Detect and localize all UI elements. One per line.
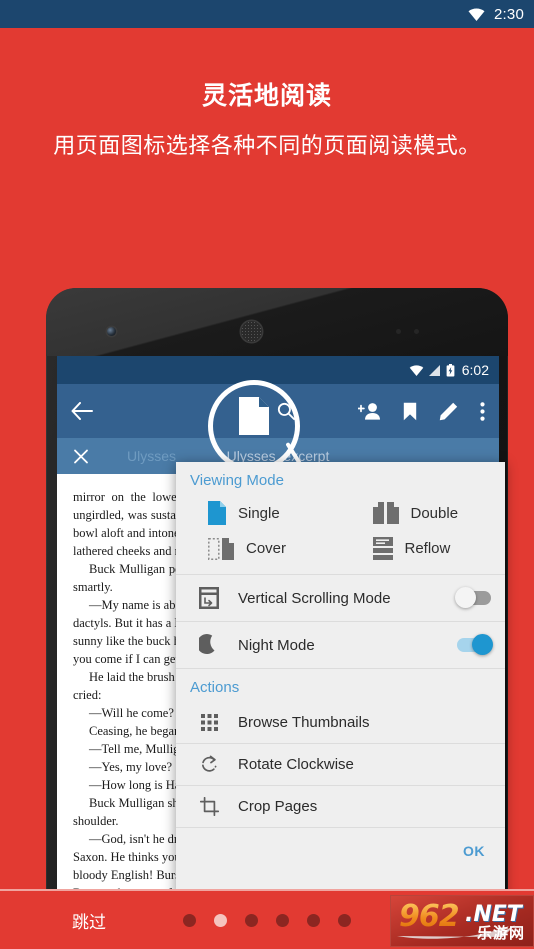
viewing-mode-label: Reflow: [404, 540, 451, 557]
reflow-icon: [372, 537, 393, 560]
action-row-browse-thumbnails[interactable]: Browse Thumbnails: [176, 702, 505, 744]
page-dot[interactable]: [245, 913, 258, 927]
page-dot[interactable]: [307, 913, 320, 927]
setting-row-night-mode[interactable]: Night Mode: [176, 622, 505, 669]
action-row-crop-pages[interactable]: Crop Pages: [176, 786, 505, 828]
viewing-mode-label: Cover: [246, 540, 287, 557]
page-dot-active[interactable]: [214, 913, 227, 927]
viewing-mode-option-reflow[interactable]: Reflow: [341, 537, 506, 560]
light-sensor-icon: [414, 329, 419, 334]
viewing-mode-label: Single: [238, 504, 280, 522]
onboarding-screen: 2:30 灵活地阅读 用页面图标选择各种不同的页面阅读模式。 6:02 Ulys…: [0, 0, 534, 949]
action-label: Browse Thumbnails: [238, 714, 370, 731]
earpiece-speaker-icon: [241, 321, 262, 342]
grid-thumbnails-icon: [196, 714, 222, 731]
document-page-icon[interactable]: [238, 396, 270, 436]
dialog-footer: OK: [176, 828, 505, 874]
ok-button[interactable]: OK: [463, 843, 485, 859]
app-status-bar: 6:02: [57, 356, 499, 384]
page-dot[interactable]: [276, 913, 289, 927]
setting-row-vertical-scrolling[interactable]: Vertical Scrolling Mode: [176, 575, 505, 622]
signal-icon: [428, 364, 440, 376]
viewing-mode-option-single[interactable]: Single: [176, 501, 341, 525]
viewing-mode-label: Double: [410, 504, 459, 522]
watermark-brand: 962: [399, 899, 460, 934]
wifi-icon: [409, 364, 424, 376]
wifi-icon: [468, 7, 485, 21]
front-camera-icon: [107, 327, 116, 336]
rotate-clockwise-icon: [196, 755, 222, 774]
more-vertical-icon[interactable]: [480, 401, 485, 421]
double-page-icon: [372, 502, 399, 524]
add-person-icon[interactable]: [358, 402, 381, 421]
page-dot[interactable]: [338, 913, 351, 927]
pencil-edit-icon[interactable]: [439, 402, 458, 421]
page-subtitle: 用页面图标选择各种不同的页面阅读模式。: [53, 133, 481, 158]
night-mode-toggle[interactable]: [457, 634, 493, 655]
watermark-chinese: 乐游网: [476, 925, 525, 942]
onboarding-bottom-bar: 跳过 962 .NET 乐游网: [0, 889, 534, 949]
phone-bezel: [46, 288, 508, 356]
setting-label: Night Mode: [238, 636, 315, 654]
back-arrow-icon[interactable]: [71, 402, 93, 420]
viewing-mode-options: Single Double Cover Reflow: [176, 495, 505, 574]
action-row-rotate-clockwise[interactable]: Rotate Clockwise: [176, 744, 505, 786]
app-status-bar-clock: 6:02: [461, 362, 489, 378]
single-page-icon: [208, 501, 226, 525]
viewing-mode-dialog: Viewing Mode Single Double Cover Reflow …: [176, 462, 505, 899]
bookmark-icon[interactable]: [403, 402, 417, 421]
site-watermark: 962 .NET 乐游网: [390, 895, 534, 947]
system-status-bar: 2:30: [0, 0, 534, 28]
vertical-scroll-icon: [196, 587, 222, 609]
page-title: 灵活地阅读: [201, 82, 332, 110]
actions-header: Actions: [190, 679, 240, 696]
setting-label: Vertical Scrolling Mode: [238, 589, 391, 607]
crop-icon: [196, 797, 222, 816]
status-bar-clock: 2:30: [494, 5, 524, 23]
battery-charging-icon: [446, 363, 455, 376]
proximity-sensor-icon: [396, 329, 401, 334]
moon-night-icon: [196, 634, 222, 656]
cover-page-icon: [208, 537, 234, 560]
vertical-scrolling-toggle[interactable]: [455, 587, 491, 608]
viewing-mode-header: Viewing Mode: [190, 472, 284, 489]
page-dot[interactable]: [183, 913, 196, 927]
action-label: Rotate Clockwise: [238, 756, 354, 773]
viewing-mode-option-double[interactable]: Double: [341, 501, 506, 525]
action-label: Crop Pages: [238, 798, 318, 815]
viewing-mode-option-cover[interactable]: Cover: [176, 537, 341, 560]
document-page-icon-slot[interactable]: [317, 399, 336, 423]
